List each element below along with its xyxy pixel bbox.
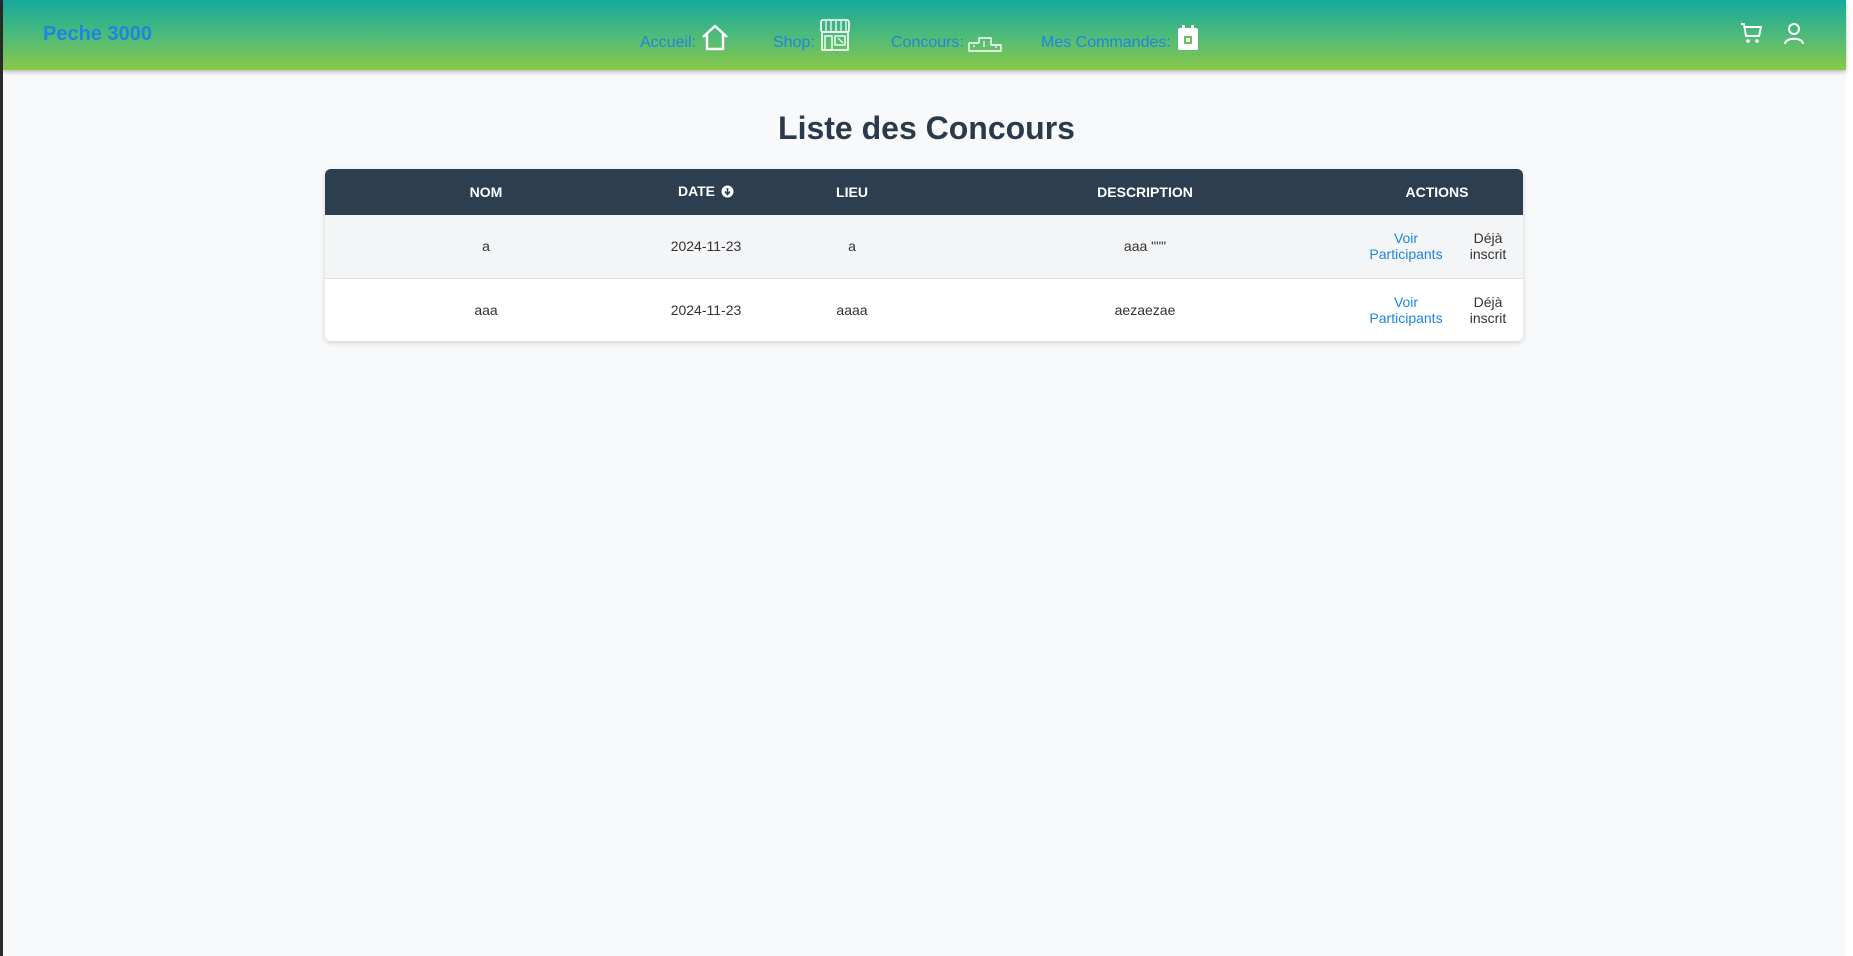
user-icon[interactable] [1782, 21, 1806, 45]
status-deja-inscrit: Déjà inscrit [1469, 230, 1507, 263]
nav-accueil[interactable]: Accueil: [640, 16, 730, 52]
nav-accueil-label: Accueil: [640, 34, 697, 51]
cart-icon[interactable] [1739, 21, 1763, 45]
cell-description: aaa """ [1123, 238, 1167, 255]
cell-lieu: aaaa [765, 277, 939, 341]
brand-logo-text[interactable]: Peche 3000 [43, 23, 152, 46]
col-header-nom[interactable]: NOM [325, 169, 647, 215]
cell-actions: Voir Participants Déjà inscrit [1351, 277, 1523, 341]
nav-mes-commandes[interactable]: Mes Commandes: [1041, 16, 1201, 52]
nav-shop-label: Shop: [773, 34, 815, 51]
cell-description: aezaezae [939, 277, 1351, 341]
status-deja-inscrit: Déjà inscrit [1469, 293, 1507, 326]
nav-mes-commandes-label: Mes Commandes: [1041, 34, 1171, 51]
col-header-date[interactable]: DATE [647, 169, 765, 215]
cell-date: 2024-11-23 [647, 277, 765, 341]
nav-concours-label: Concours: [891, 34, 964, 51]
cell-actions: Voir Participants Déjà inscrit [1351, 215, 1523, 278]
nav-shop[interactable]: Shop: [773, 16, 851, 52]
calendar-icon [1175, 24, 1201, 52]
voir-participants-link[interactable]: Voir Participants [1366, 294, 1446, 326]
home-icon [700, 22, 730, 52]
cell-nom: a [482, 238, 490, 255]
sort-desc-icon[interactable] [721, 185, 734, 201]
cell-date: 2024-11-23 [670, 238, 742, 255]
shop-icon [819, 18, 851, 52]
table-row: aaa 2024-11-23 aaaa aezaezae Voir Partic… [325, 277, 1523, 341]
table-row: a 2024-11-23 a aaa """ Voir Participants… [325, 215, 1523, 278]
table-header-row: NOM DATE LIEU DESCRIPTION ACTIONS [325, 169, 1523, 215]
concours-table: NOM DATE LIEU DESCRIPTION ACTIONS a 2024… [325, 169, 1523, 341]
col-header-lieu[interactable]: LIEU [765, 169, 939, 215]
top-navbar: Peche 3000 Accueil: Shop: Concours: Mes … [3, 0, 1846, 70]
col-header-description[interactable]: DESCRIPTION [939, 169, 1351, 215]
cell-nom: aaa [325, 277, 647, 341]
col-header-actions: ACTIONS [1405, 184, 1469, 200]
voir-participants-link[interactable]: Voir Participants [1366, 230, 1446, 262]
col-header-date-label: DATE [677, 183, 716, 200]
page-title: Liste des Concours [778, 110, 1075, 146]
podium-icon [968, 36, 1002, 52]
nav-concours[interactable]: Concours: [891, 16, 1002, 52]
cell-lieu: a [848, 238, 856, 255]
